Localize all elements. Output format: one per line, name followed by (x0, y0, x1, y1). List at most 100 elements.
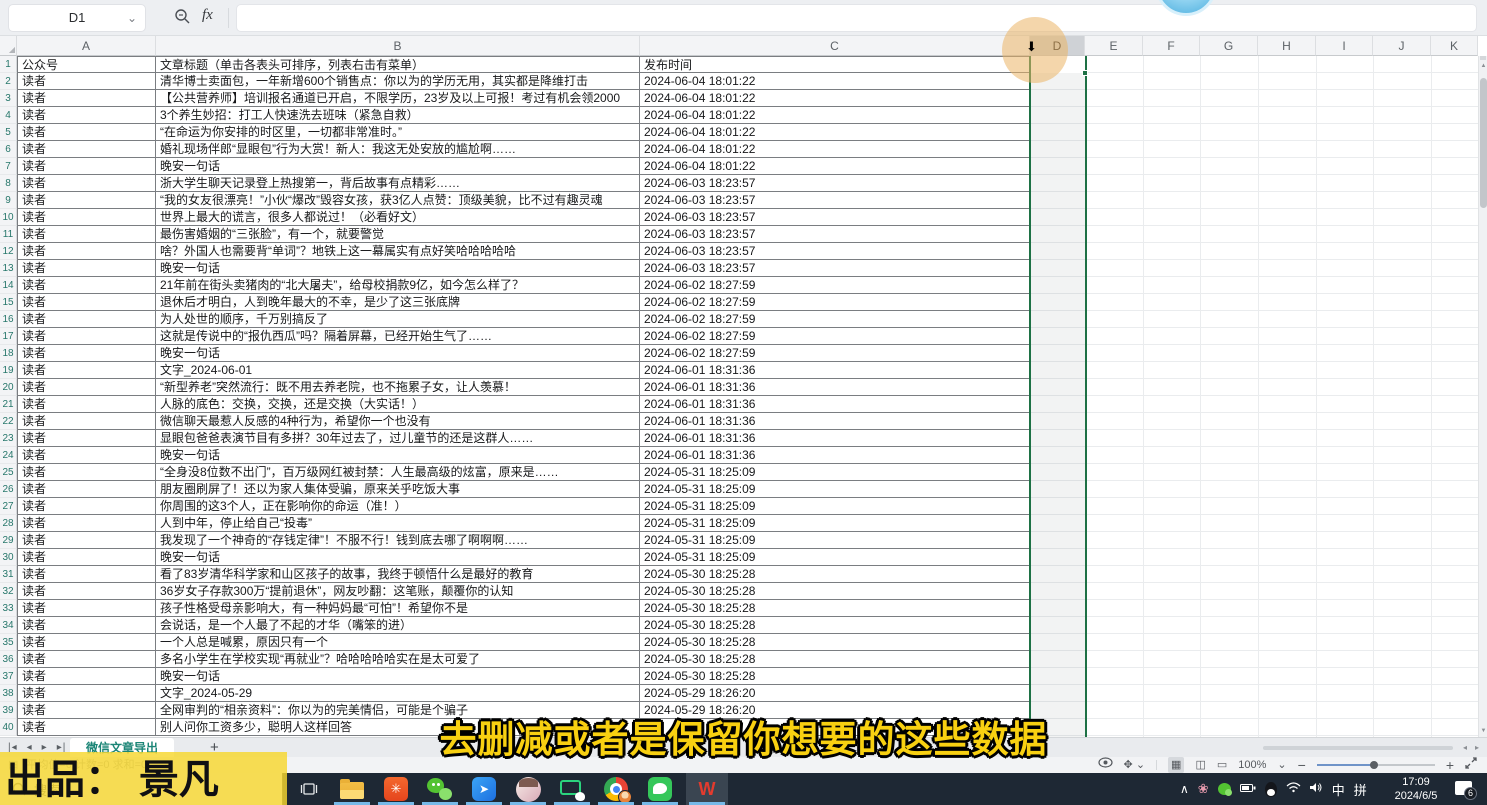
fill-handle[interactable] (1082, 70, 1088, 76)
tray-clock[interactable]: 17:09 2024/6/5 (1382, 775, 1450, 803)
row-header-20[interactable]: 20 (0, 379, 17, 396)
cell-c32[interactable]: 2024-05-30 18:25:28 (640, 583, 1030, 600)
empty-cells[interactable] (1030, 634, 1478, 651)
vertical-scrollbar[interactable]: ▲ ▼ (1478, 56, 1487, 737)
cell-c9[interactable]: 2024-06-03 18:23:57 (640, 192, 1030, 209)
cell-c5[interactable]: 2024-06-04 18:01:22 (640, 124, 1030, 141)
cell-c7[interactable]: 2024-06-04 18:01:22 (640, 158, 1030, 175)
cell-c17[interactable]: 2024-06-02 18:27:59 (640, 328, 1030, 345)
cell-c8[interactable]: 2024-06-03 18:23:57 (640, 175, 1030, 192)
empty-cells[interactable] (1030, 260, 1478, 277)
cell-b32[interactable]: 36岁女子存款300万“提前退休”，网友吵翻：这笔账，颠覆你的认知 (156, 583, 640, 600)
cell-a36[interactable]: 读者 (17, 651, 156, 668)
empty-cells[interactable] (1030, 515, 1478, 532)
cell-b18[interactable]: 晚安一句话 (156, 345, 640, 362)
row-header-3[interactable]: 3 (0, 90, 17, 107)
magnifier-icon[interactable] (174, 8, 190, 29)
empty-cells[interactable] (1030, 209, 1478, 226)
empty-cells[interactable] (1030, 464, 1478, 481)
empty-cells[interactable] (1030, 362, 1478, 379)
empty-cells[interactable] (1030, 192, 1478, 209)
row-header-22[interactable]: 22 (0, 413, 17, 430)
cell-a13[interactable]: 读者 (17, 260, 156, 277)
cell-c20[interactable]: 2024-06-01 18:31:36 (640, 379, 1030, 396)
cell-b9[interactable]: “我的女友很漂亮！”小伙“爆改”毁容女孩，获3亿人点赞：顶级美貌，比不过有趣灵魂 (156, 192, 640, 209)
column-header-A[interactable]: A (17, 36, 156, 56)
empty-cells[interactable] (1030, 107, 1478, 124)
row-header-1[interactable]: 1 (0, 56, 17, 73)
empty-cells[interactable] (1030, 141, 1478, 158)
row-header-37[interactable]: 37 (0, 668, 17, 685)
cell-c25[interactable]: 2024-05-31 18:25:09 (640, 464, 1030, 481)
cell-a8[interactable]: 读者 (17, 175, 156, 192)
row-header-11[interactable]: 11 (0, 226, 17, 243)
cell-b10[interactable]: 世界上最大的谎言，很多人都说过！（必看好文） (156, 209, 640, 226)
cell-a22[interactable]: 读者 (17, 413, 156, 430)
cell-a34[interactable]: 读者 (17, 617, 156, 634)
cell-c14[interactable]: 2024-06-02 18:27:59 (640, 277, 1030, 294)
empty-cells[interactable] (1030, 158, 1478, 175)
row-header-36[interactable]: 36 (0, 651, 17, 668)
cell-a23[interactable]: 读者 (17, 430, 156, 447)
column-header-I[interactable]: I (1316, 36, 1373, 56)
chevron-down-icon[interactable]: ⌄ (127, 5, 137, 31)
row-header-38[interactable]: 38 (0, 685, 17, 702)
cell-a37[interactable]: 读者 (17, 668, 156, 685)
cell-c21[interactable]: 2024-06-01 18:31:36 (640, 396, 1030, 413)
empty-cells[interactable] (1030, 481, 1478, 498)
column-header-G[interactable]: G (1200, 36, 1258, 56)
tray-flower-app-icon[interactable]: ❀ (1198, 781, 1209, 797)
cell-c28[interactable]: 2024-05-31 18:25:09 (640, 515, 1030, 532)
cell-a7[interactable]: 读者 (17, 158, 156, 175)
cell-a3[interactable]: 读者 (17, 90, 156, 107)
row-header-18[interactable]: 18 (0, 345, 17, 362)
row-header-28[interactable]: 28 (0, 515, 17, 532)
row-header-6[interactable]: 6 (0, 141, 17, 158)
cell-c16[interactable]: 2024-06-02 18:27:59 (640, 311, 1030, 328)
cell-c33[interactable]: 2024-05-30 18:25:28 (640, 600, 1030, 617)
row-header-5[interactable]: 5 (0, 124, 17, 141)
cell-b36[interactable]: 多名小学生在学校实现“再就业”？哈哈哈哈哈实在是太可爱了 (156, 651, 640, 668)
empty-cells[interactable] (1030, 294, 1478, 311)
cell-c15[interactable]: 2024-06-02 18:27:59 (640, 294, 1030, 311)
cell-b20[interactable]: “新型养老”突然流行：既不用去养老院，也不拖累子女，让人羡慕！ (156, 379, 640, 396)
empty-cells[interactable] (1030, 345, 1478, 362)
row-header-19[interactable]: 19 (0, 362, 17, 379)
cell-c27[interactable]: 2024-05-31 18:25:09 (640, 498, 1030, 515)
cell-a11[interactable]: 读者 (17, 226, 156, 243)
cell-c38[interactable]: 2024-05-29 18:26:20 (640, 685, 1030, 702)
row-header-7[interactable]: 7 (0, 158, 17, 175)
cell-b38[interactable]: 文字_2024-05-29 (156, 685, 640, 702)
cell-b28[interactable]: 人到中年，停止给自己“投毒” (156, 515, 640, 532)
row-header-35[interactable]: 35 (0, 634, 17, 651)
scroll-up-icon[interactable]: ▲ (1479, 63, 1487, 69)
row-header-17[interactable]: 17 (0, 328, 17, 345)
cell-a32[interactable]: 读者 (17, 583, 156, 600)
taskbar-green-chat-app-icon[interactable] (640, 776, 680, 802)
cell-c29[interactable]: 2024-05-31 18:25:09 (640, 532, 1030, 549)
empty-cells[interactable] (1030, 328, 1478, 345)
row-header-14[interactable]: 14 (0, 277, 17, 294)
row-header-31[interactable]: 31 (0, 566, 17, 583)
cell-b19[interactable]: 文字_2024-06-01 (156, 362, 640, 379)
cell-a27[interactable]: 读者 (17, 498, 156, 515)
empty-cells[interactable] (1030, 583, 1478, 600)
cell-b14[interactable]: 21年前在街头卖猪肉的“北大屠夫”，给母校捐款9亿，如今怎么样了？ (156, 277, 640, 294)
empty-cells[interactable] (1030, 379, 1478, 396)
cell-b37[interactable]: 晚安一句话 (156, 668, 640, 685)
cell-c4[interactable]: 2024-06-04 18:01:22 (640, 107, 1030, 124)
row-header-33[interactable]: 33 (0, 600, 17, 617)
cell-c24[interactable]: 2024-06-01 18:31:36 (640, 447, 1030, 464)
empty-cells[interactable] (1030, 396, 1478, 413)
cell-b23[interactable]: 显眼包爸爸表演节目有多拼？30年过去了，过儿童节的还是这群人…… (156, 430, 640, 447)
cell-a2[interactable]: 读者 (17, 73, 156, 90)
cell-a5[interactable]: 读者 (17, 124, 156, 141)
cell-b16[interactable]: 为人处世的顺序，千万别搞反了 (156, 311, 640, 328)
row-header-26[interactable]: 26 (0, 481, 17, 498)
empty-cells[interactable] (1030, 226, 1478, 243)
cell-b3[interactable]: 【公共营养师】培训报名通道已开启，不限学历，23岁及以上可报！考过有机会领200… (156, 90, 640, 107)
cell-a4[interactable]: 读者 (17, 107, 156, 124)
scrollbar-thumb[interactable] (1480, 78, 1487, 208)
column-header-H[interactable]: H (1258, 36, 1316, 56)
cell-a29[interactable]: 读者 (17, 532, 156, 549)
